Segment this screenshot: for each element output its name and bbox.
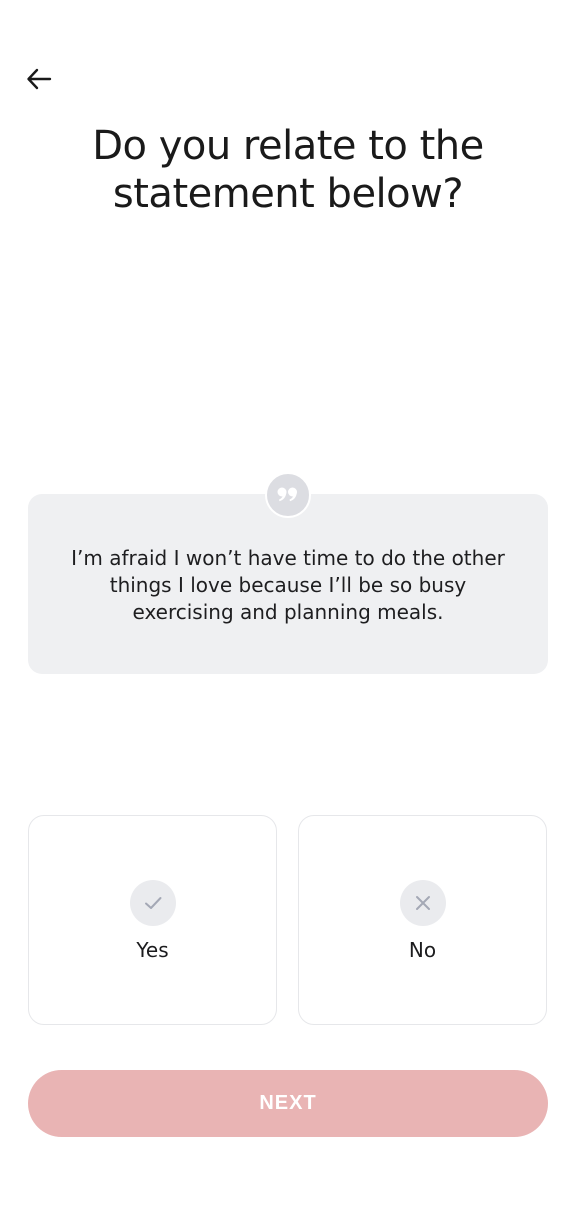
yes-icon-circle bbox=[129, 880, 176, 926]
next-button[interactable]: NEXT bbox=[28, 1070, 548, 1137]
no-label: No bbox=[408, 938, 437, 962]
statement-card: I’m afraid I won’t have time to do the o… bbox=[28, 494, 548, 674]
back-button[interactable] bbox=[22, 62, 56, 96]
statement-text: I’m afraid I won’t have time to do the o… bbox=[71, 545, 505, 624]
check-icon bbox=[144, 897, 161, 909]
page-title: Do you relate to the statement below? bbox=[92, 123, 484, 217]
yes-option[interactable]: Yes bbox=[28, 815, 277, 1025]
quote-icon bbox=[277, 487, 297, 502]
quote-badge bbox=[265, 472, 311, 518]
screen: Do you relate to the statement below? I’… bbox=[0, 0, 576, 1216]
no-icon-circle bbox=[399, 880, 446, 926]
yes-label: Yes bbox=[136, 938, 169, 962]
arrow-left-icon bbox=[27, 68, 52, 90]
close-icon bbox=[415, 896, 430, 910]
no-option[interactable]: No bbox=[298, 815, 547, 1025]
